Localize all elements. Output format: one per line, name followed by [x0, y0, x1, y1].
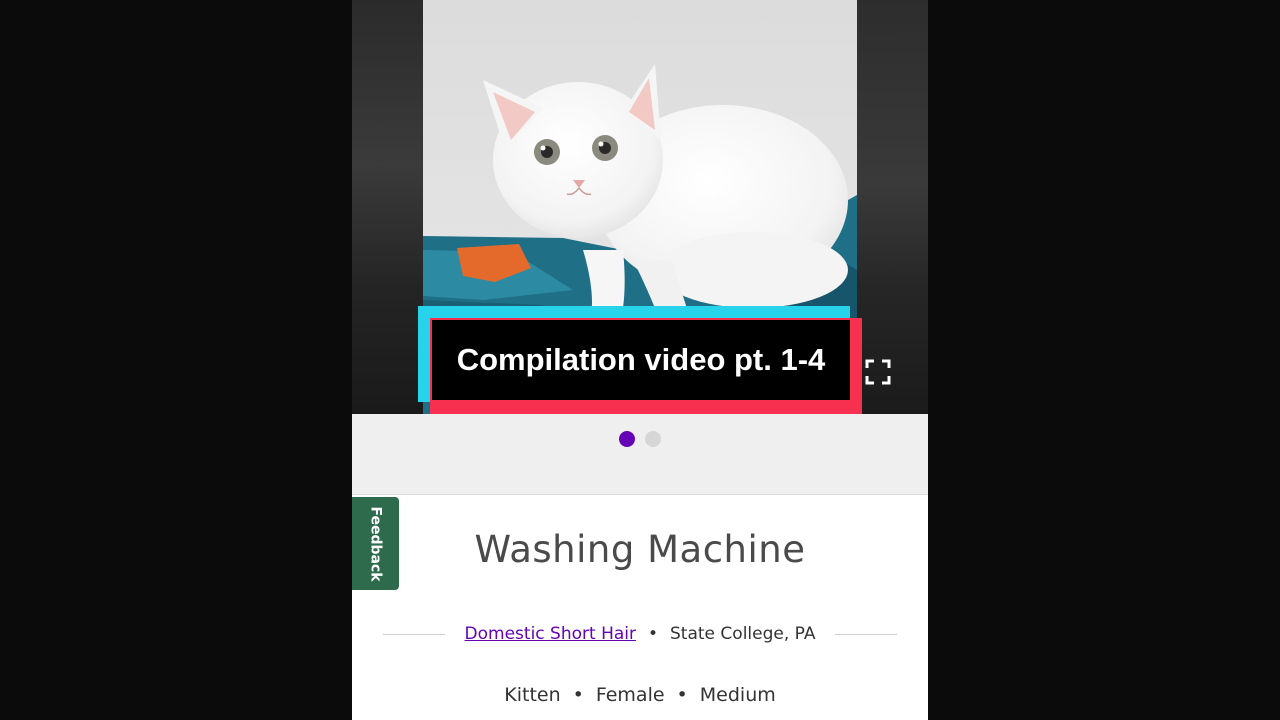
- breed-link[interactable]: Domestic Short Hair: [465, 624, 636, 644]
- carousel-dot-2[interactable]: [645, 431, 661, 447]
- carousel-pagination: [352, 414, 928, 494]
- separator-dot: •: [572, 684, 584, 706]
- expand-photo-button[interactable]: [860, 354, 896, 390]
- caption-box: Compilation video pt. 1-4: [432, 320, 850, 400]
- carousel-dot-1[interactable]: [619, 431, 635, 447]
- separator-dot: •: [647, 624, 659, 644]
- sex-text: Female: [595, 684, 665, 706]
- carousel-blurred-background-left: [352, 0, 423, 414]
- location-text: State College, PA: [670, 624, 816, 644]
- age-text: Kitten: [504, 684, 561, 706]
- section-divider: [352, 494, 928, 495]
- separator-dot: •: [676, 684, 688, 706]
- pet-attributes-row: Kitten • Female • Medium: [352, 682, 928, 708]
- fullscreen-expand-icon: [865, 359, 891, 385]
- carousel-blurred-background-right: [857, 0, 928, 414]
- decorative-rule-left: [382, 633, 445, 635]
- size-text: Medium: [699, 684, 776, 706]
- pet-breed-location-row: Domestic Short Hair • State College, PA: [352, 622, 928, 646]
- video-caption-overlay: Compilation video pt. 1-4: [418, 306, 862, 414]
- decorative-rule-right: [835, 633, 898, 635]
- pet-name-heading: Washing Machine: [474, 528, 806, 571]
- caption-text: Compilation video pt. 1-4: [456, 342, 826, 377]
